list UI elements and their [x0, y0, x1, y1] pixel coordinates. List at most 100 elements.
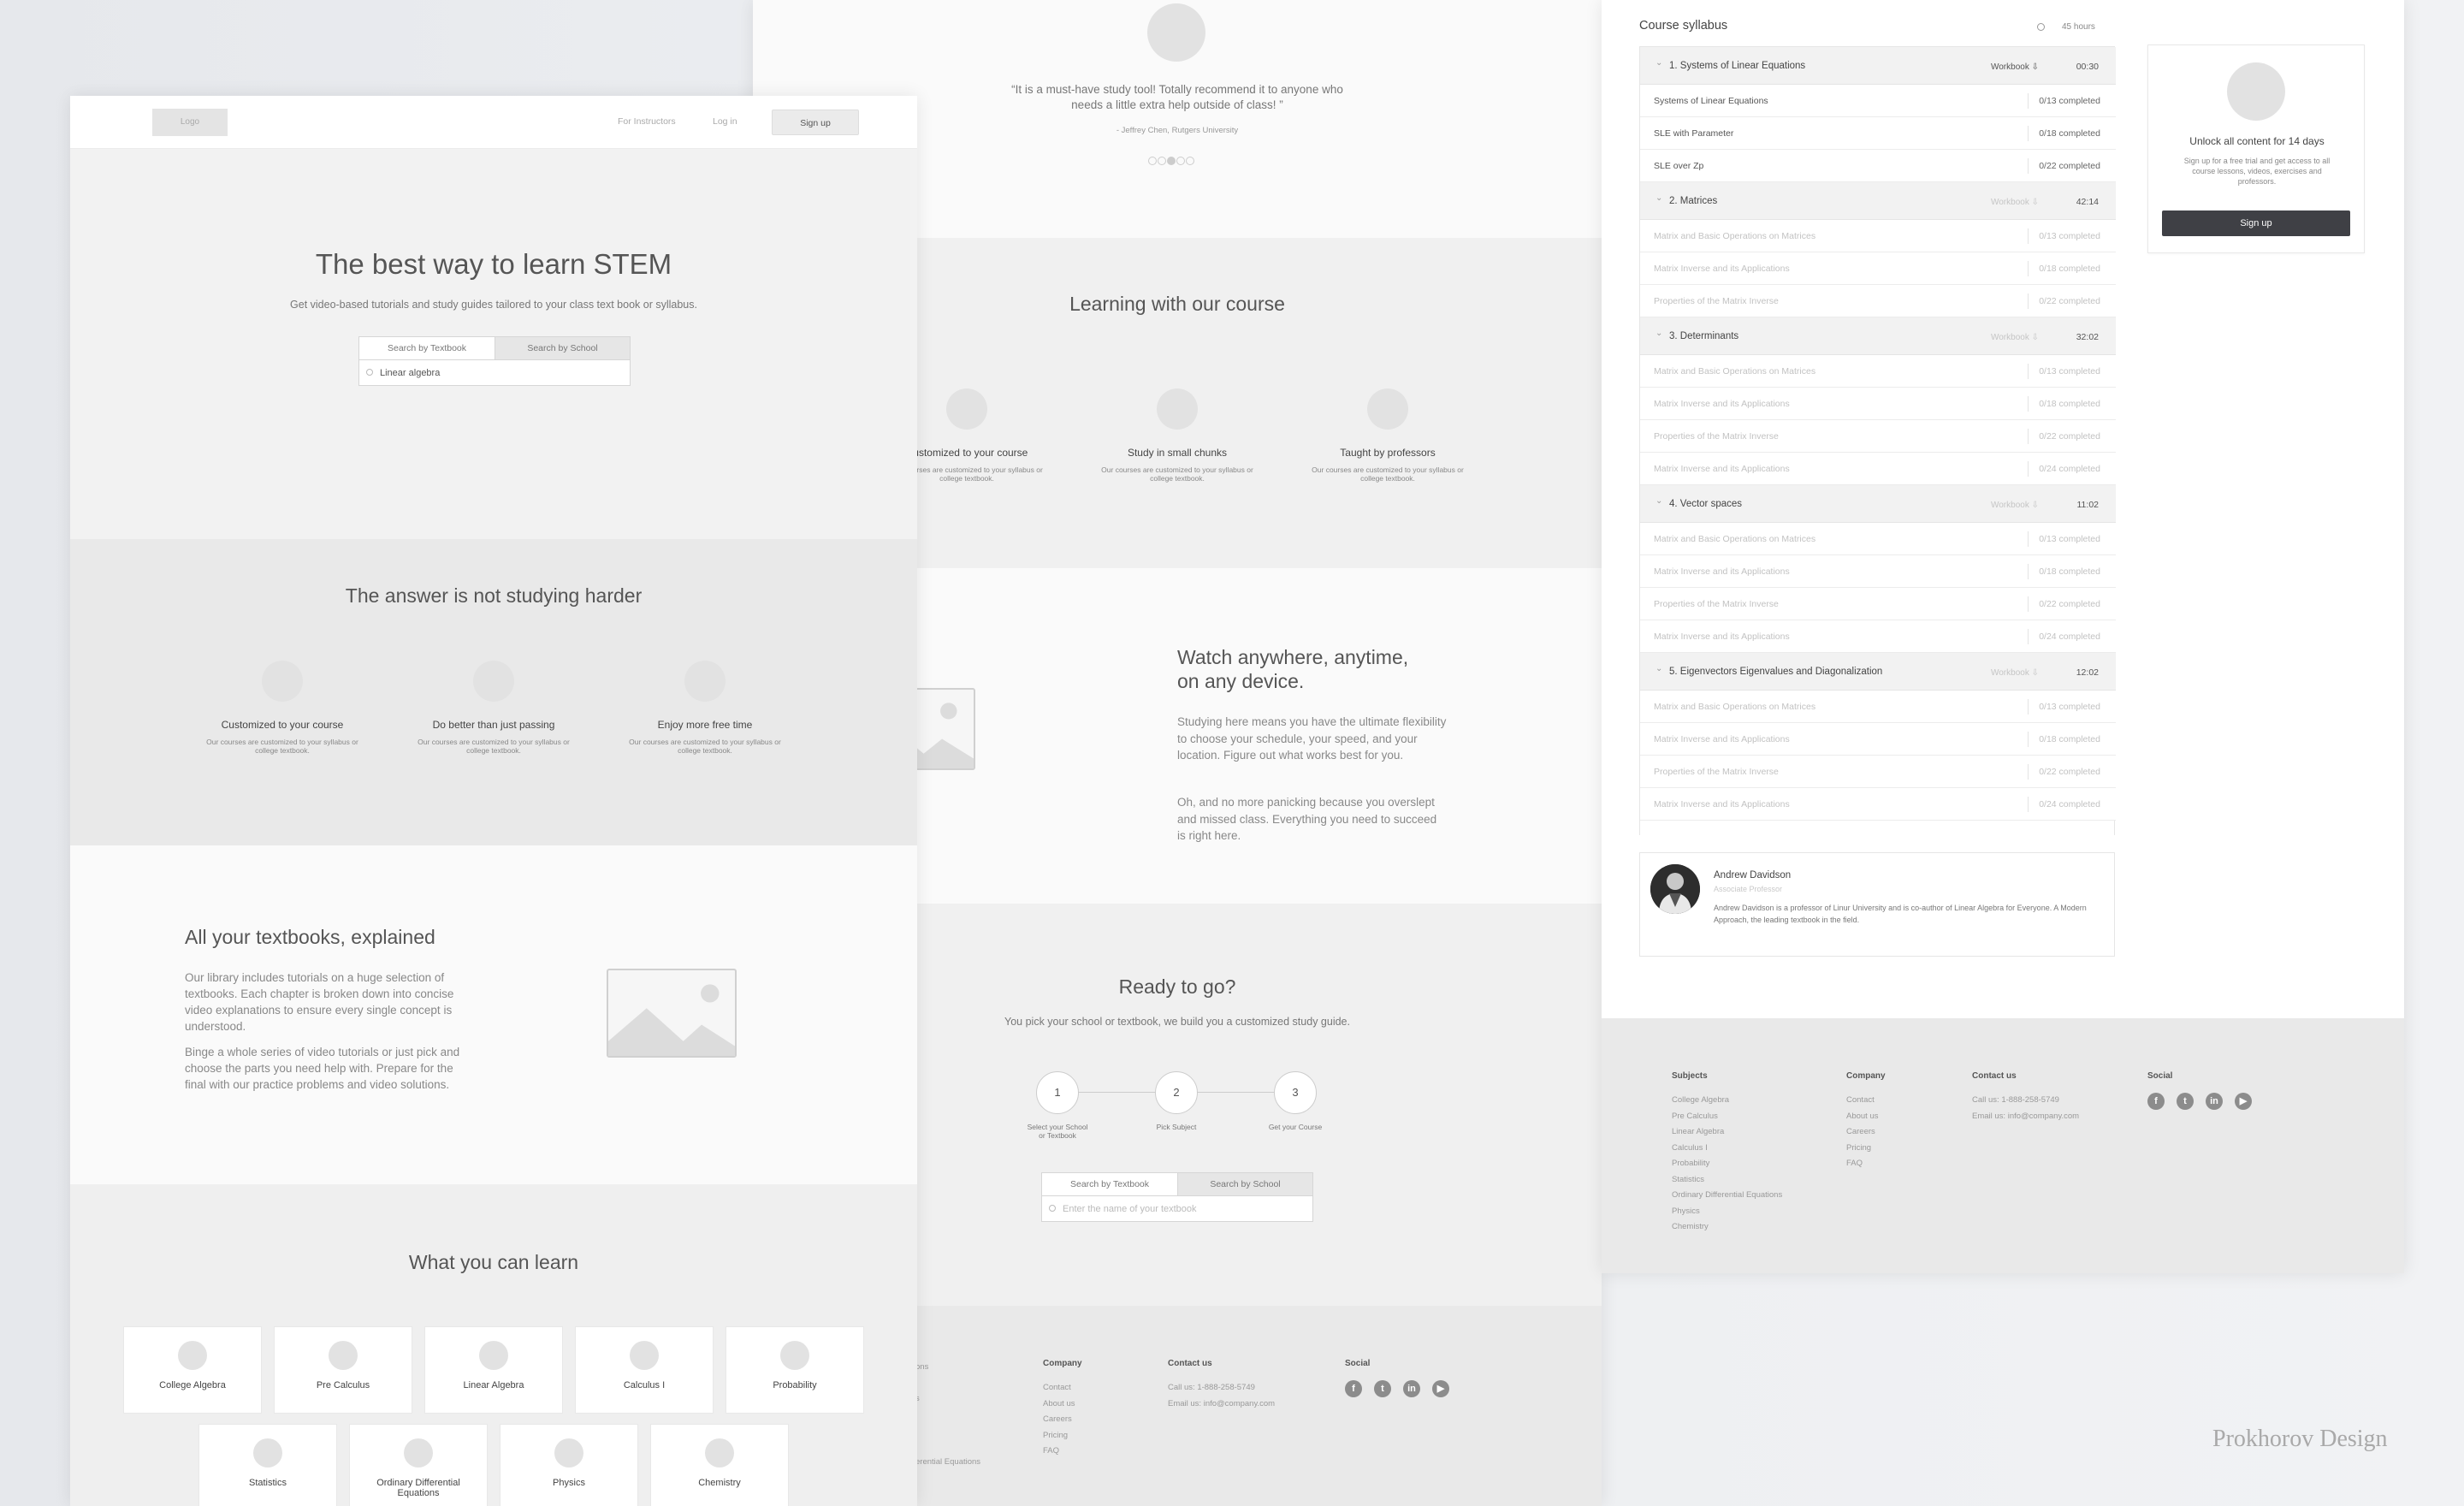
syllabus-module[interactable]: ⌄ 3. Determinants Workbook ⇩ 32:02	[1640, 317, 2116, 355]
search-icon[interactable]	[2037, 23, 2045, 31]
syllabus-module[interactable]: ⌄ 1. Systems of Linear Equations Workbook …	[1640, 47, 2116, 85]
syllabus-lesson-row[interactable]: Matrix Inverse and its Applications 0/18 …	[1640, 723, 2116, 756]
workbook-download-link[interactable]: Workbook ⇩	[1991, 198, 2039, 207]
subject-card[interactable]: Physics	[500, 1424, 638, 1506]
subject-card[interactable]: Ordinary Differential Equations	[349, 1424, 488, 1506]
tab-search-by-textbook[interactable]: Search by Textbook	[359, 337, 495, 359]
feature-icon	[262, 661, 303, 702]
subject-card[interactable]: Statistics	[198, 1424, 337, 1506]
linkedin-icon[interactable]: in	[1403, 1380, 1420, 1397]
facebook-icon[interactable]: f	[1345, 1380, 1362, 1397]
chevron-down-icon[interactable]: ⌄	[1656, 496, 1662, 506]
syllabus-lesson-row[interactable]: Matrix Inverse and its Applications 0/18 …	[1640, 555, 2116, 588]
twitter-icon[interactable]: t	[1374, 1380, 1391, 1397]
footer-phone[interactable]: Call us: 1-888-258-5749	[1972, 1093, 2079, 1109]
footer-link[interactable]: College Algebra	[1672, 1093, 1782, 1109]
footer-link[interactable]: Careers	[1043, 1412, 1082, 1428]
footer-link[interactable]: Probability	[1672, 1156, 1782, 1172]
carousel-dot[interactable]	[1158, 157, 1166, 165]
subject-card[interactable]: Linear Algebra	[424, 1326, 563, 1414]
workbook-download-link[interactable]: Workbook ⇩	[1991, 668, 2039, 678]
syllabus-lesson-row[interactable]: Matrix Inverse and its Applications 0/18 …	[1640, 388, 2116, 420]
instructor-name[interactable]: Andrew Davidson	[1714, 870, 1791, 880]
subject-card[interactable]: College Algebra	[123, 1326, 262, 1414]
logo[interactable]: Logo	[152, 109, 228, 136]
carousel-dot[interactable]	[1148, 157, 1157, 165]
syllabus-lesson-row[interactable]: Matrix Inverse and its Applications 0/24 …	[1640, 788, 2116, 821]
syllabus-lesson-row[interactable]: SLE over Zp 0/22 completed	[1640, 150, 2116, 182]
syllabus-lesson-row[interactable]: SLE with Parameter 0/18 completed	[1640, 117, 2116, 150]
syllabus-lesson-row[interactable]: Matrix and Basic Operations on Matrices 0…	[1640, 220, 2116, 252]
syllabus-lesson-row[interactable]: Matrix and Basic Operations on Matrices 0…	[1640, 355, 2116, 388]
footer-link[interactable]: FAQ	[1846, 1156, 1886, 1172]
footer-phone[interactable]: Call us: 1-888-258-5749	[1168, 1380, 1275, 1396]
footer-link[interactable]: FAQ	[1043, 1444, 1082, 1460]
syllabus-lesson-row[interactable]: Properties of the Matrix Inverse 0/22 com…	[1640, 588, 2116, 620]
footer-link[interactable]: Linear Algebra	[1672, 1124, 1782, 1141]
nav-link-login[interactable]: Log in	[713, 116, 737, 127]
chevron-down-icon[interactable]: ⌄	[1656, 329, 1662, 338]
subject-card[interactable]: Pre Calculus	[274, 1326, 412, 1414]
carousel-dots[interactable]	[1148, 157, 1217, 167]
textbooks-title: All your textbooks, explained	[185, 926, 435, 948]
tab-search-by-school[interactable]: Search by School	[495, 337, 630, 359]
carousel-dot[interactable]	[1186, 157, 1194, 165]
youtube-icon[interactable]: ▶	[1432, 1380, 1449, 1397]
footer-email[interactable]: Email us: info@company.com	[1972, 1109, 2079, 1125]
footer-link[interactable]: Chemistry	[1672, 1219, 1782, 1236]
chevron-down-icon[interactable]: ⌄	[1656, 58, 1662, 68]
syllabus-lesson-row[interactable]: Properties of the Matrix Inverse 0/22 com…	[1640, 420, 2116, 453]
syllabus-lesson-row[interactable]: Systems of Linear Equations 0/13 complete…	[1640, 85, 2116, 117]
subject-card[interactable]: Probability	[726, 1326, 864, 1414]
workbook-download-link[interactable]: Workbook ⇩	[1991, 333, 2039, 342]
footer-link[interactable]: s	[915, 1391, 980, 1408]
footer-link[interactable]: Statistics	[1672, 1172, 1782, 1189]
facebook-icon[interactable]: f	[2147, 1093, 2165, 1110]
syllabus-lesson-row[interactable]: Matrix Inverse and its Applications 0/18 …	[1640, 252, 2116, 285]
footer-link[interactable]: ons	[915, 1360, 980, 1376]
carousel-dot-active[interactable]	[1167, 157, 1176, 165]
footer-link[interactable]: Contact	[1043, 1380, 1082, 1396]
workbook-download-link[interactable]: Workbook ⇩	[1991, 501, 2039, 510]
footer-link[interactable]: Careers	[1846, 1124, 1886, 1141]
syllabus-module[interactable]: ⌄ 4. Vector spaces Workbook ⇩ 11:02	[1640, 485, 2116, 523]
footer-heading: Subjects	[1672, 1071, 1708, 1081]
syllabus-lesson-row[interactable]: Properties of the Matrix Inverse 0/22 com…	[1640, 756, 2116, 788]
footer-link[interactable]: Physics	[1672, 1204, 1782, 1220]
syllabus-module[interactable]: ⌄ 5. Eigenvectors Eigenvalues and Diagona…	[1640, 653, 2116, 691]
unlock-signup-button[interactable]: Sign up	[2162, 210, 2350, 236]
chevron-down-icon[interactable]: ⌄	[1656, 193, 1662, 203]
carousel-dot[interactable]	[1176, 157, 1185, 165]
footer-link[interactable]: erential Equations	[915, 1455, 980, 1471]
chevron-down-icon[interactable]: ⌄	[1656, 664, 1662, 673]
footer-link[interactable]: Pre Calculus	[1672, 1109, 1782, 1125]
footer-link[interactable]: Pricing	[1846, 1141, 1886, 1157]
subject-card[interactable]: Chemistry	[650, 1424, 789, 1506]
footer-link[interactable]: Calculus I	[1672, 1141, 1782, 1157]
answer-feature: Enjoy more free time Our courses are cus…	[628, 661, 782, 755]
linkedin-icon[interactable]: in	[2206, 1093, 2223, 1110]
workbook-download-link[interactable]: Workbook ⇩	[1991, 62, 2039, 72]
footer-email[interactable]: Email us: info@company.com	[1168, 1396, 1275, 1413]
syllabus-lesson-row[interactable]: Matrix and Basic Operations on Matrices 0…	[1640, 523, 2116, 555]
footer-link[interactable]: Pricing	[1043, 1428, 1082, 1444]
divider	[2028, 461, 2029, 477]
nav-link-for-instructors[interactable]: For Instructors	[618, 116, 676, 127]
footer-link[interactable]: Contact	[1846, 1093, 1886, 1109]
tab-search-by-school[interactable]: Search by School	[1177, 1173, 1312, 1195]
twitter-icon[interactable]: t	[2177, 1093, 2194, 1110]
footer-link[interactable]: Ordinary Differential Equations	[1672, 1188, 1782, 1204]
subject-card[interactable]: Calculus I	[575, 1326, 714, 1414]
youtube-icon[interactable]: ▶	[2235, 1093, 2252, 1110]
signup-button[interactable]: Sign up	[772, 110, 859, 135]
tab-search-by-textbook[interactable]: Search by Textbook	[1042, 1173, 1177, 1195]
footer-link[interactable]: About us	[1846, 1109, 1886, 1125]
syllabus-lesson-row[interactable]: Matrix Inverse and its Applications 0/24 …	[1640, 620, 2116, 653]
textbook-search-input[interactable]: Enter the name of your textbook	[1042, 1195, 1312, 1221]
syllabus-lesson-row[interactable]: Matrix and Basic Operations on Matrices 0…	[1640, 691, 2116, 723]
footer-link[interactable]: About us	[1043, 1396, 1082, 1413]
syllabus-lesson-row[interactable]: Matrix Inverse and its Applications 0/24 …	[1640, 453, 2116, 485]
hero-search-input[interactable]: Linear algebra	[359, 359, 630, 385]
syllabus-lesson-row[interactable]: Properties of the Matrix Inverse 0/22 com…	[1640, 285, 2116, 317]
syllabus-module[interactable]: ⌄ 2. Matrices Workbook ⇩ 42:14	[1640, 182, 2116, 220]
